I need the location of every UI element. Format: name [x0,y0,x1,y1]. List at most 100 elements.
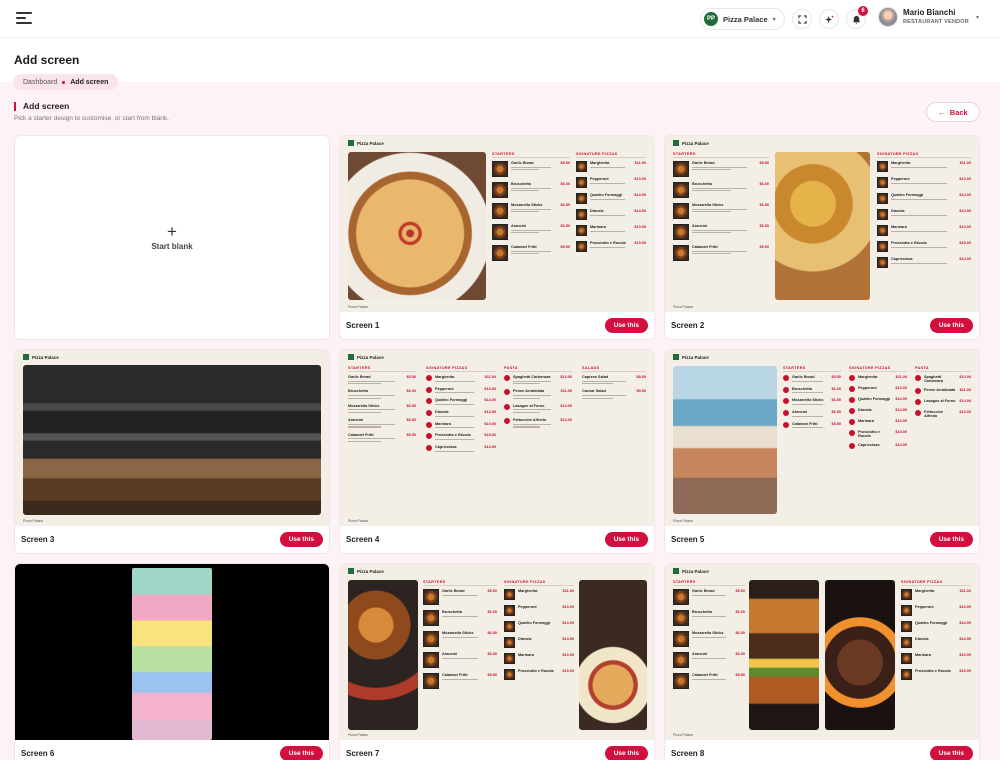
menu-item: Margherita $11.00 [426,375,496,382]
menu-item: Arancini $6.50 [492,224,570,240]
item-name: Calamari Fritti [692,673,718,677]
item-name: Margherita [590,161,610,165]
menu-item: Garlic Bread $5.50 [783,375,841,382]
screen-name: Screen 8 [671,748,705,758]
plus-icon: + [167,221,177,241]
item-price: $14.50 [959,209,971,213]
item-price: $5.50 [831,421,841,426]
breadcrumb-dashboard[interactable]: Dashboard [23,79,57,86]
menu-item: Fettuccine Alfredo $13.00 [915,410,971,418]
preview-footer: Pizza Palace [348,519,369,523]
user-menu[interactable]: Mario Bianchi RESTAURANT VENDOR ▾ [878,7,979,27]
item-price: $14.00 [484,398,496,403]
item-name: Diavola [435,410,449,415]
back-button[interactable]: ← Back [926,102,980,122]
item-price: $11.00 [959,589,971,593]
item-name: Bruschetta [511,182,531,186]
item-price: $14.00 [959,621,971,625]
steak-photo [825,580,895,730]
menu-item: Pepperoni $13.00 [877,177,971,188]
screen-card-8[interactable]: Pizza Palace STARTERS Garlic Bread $5.50 … [665,564,979,760]
screen-preview: Pizza Palace STARTERS Garlic Bread $5.50 … [340,350,654,526]
screen-card-6[interactable]: Screen 6 Use this [15,564,329,760]
menu-item: Calamari Fritti $5.50 [492,245,570,261]
preview-header: Pizza Palace [348,140,384,146]
item-name: Lasagne al Forno [924,399,956,403]
item-name: Diavola [518,637,532,641]
preview-brand: Pizza Palace [682,140,709,146]
item-price: $5.50 [560,161,570,165]
preview-brand: Pizza Palace [357,568,384,574]
brand-logo [673,568,679,574]
item-price: $14.50 [562,637,574,641]
item-name: Pepperoni [915,605,934,609]
menu-item: Prosciutto e Rucola $15.00 [576,241,646,252]
notifications-button[interactable]: 6 [846,6,868,29]
item-name: Arancini [348,418,364,423]
restaurant-selector[interactable]: PP Pizza Palace ▾ [700,8,785,30]
item-price: $15.00 [484,433,496,438]
item-name: Mozzarella Sticks [692,631,724,635]
item-price: $6.00 [759,182,769,186]
item-price: $6.50 [759,224,769,228]
item-price: $14.00 [895,443,907,447]
item-price: $11.00 [560,389,572,394]
use-this-button[interactable]: Use this [604,531,648,547]
item-name: Calamari Fritti [511,245,537,249]
screen-card-3[interactable]: Pizza Palace Pizza Palace Screen 3 Use t… [15,350,329,553]
restaurant-name: Pizza Palace [723,14,768,24]
item-name: Capricciosa [858,443,880,447]
breadcrumb: Dashboard Add screen [13,74,119,90]
item-name: Pepperoni [891,177,910,181]
use-this-button[interactable]: Use this [929,745,973,760]
item-price: $10.00 [959,653,971,657]
screen-card-5[interactable]: Pizza Palace STARTERS Garlic Bread $5.50 … [665,350,979,553]
item-name: Marinara [518,653,534,657]
item-name: Calamari Fritti [692,245,718,249]
menu-item: Arancini $6.50 [348,418,416,428]
item-price: $6.50 [487,631,497,635]
menu-item: Lasagne al Forno $14.00 [915,399,971,405]
item-price: $14.00 [634,193,646,197]
use-this-button[interactable]: Use this [604,745,648,760]
item-price: $6.50 [759,203,769,207]
screen-preview: Pizza Palace STARTERS Garlic Bread $5.50 … [665,564,979,740]
menu-column-starters: STARTERS Garlic Bread $5.50 Bruschetta $6.… [673,580,745,694]
item-price: $5.50 [735,673,745,677]
preview-footer: Pizza Palace [673,519,694,523]
use-this-button[interactable]: Use this [604,317,648,333]
item-price: $11.00 [959,161,971,165]
fullscreen-button[interactable] [792,9,812,29]
use-this-button[interactable]: Use this [279,531,323,547]
item-name: Diavola [590,209,604,213]
menu-column-starters: STARTERS Garlic Bread $5.50 Bruschetta $6.… [492,152,570,266]
item-price: $6.50 [560,203,570,207]
item-name: Fettuccine Alfredo [513,418,547,423]
ai-sparkle-button[interactable] [819,9,839,29]
item-price: $14.50 [634,209,646,213]
preview-brand: Pizza Palace [357,354,384,360]
avatar [878,7,898,27]
screen-card-4[interactable]: Pizza Palace STARTERS Garlic Bread $5.50 … [340,350,654,553]
item-thumbnail [673,224,689,240]
item-name: Garlic Bread [692,161,715,165]
screen-card-7[interactable]: Pizza Palace STARTERS Garlic Bread $5.50 … [340,564,654,760]
screen-card-2[interactable]: Pizza Palace STARTERS Garlic Bread $5.50 … [665,136,979,339]
item-name: Margherita [518,589,538,593]
screen-card-1[interactable]: Pizza Palace STARTERS Garlic Bread $5.50 … [340,136,654,339]
use-this-button[interactable]: Use this [929,531,973,547]
item-price: $6.00 [735,610,745,614]
item-name: Marinara [891,225,907,229]
screen-name: Screen 7 [346,748,380,758]
breadcrumb-current: Add screen [70,78,109,86]
use-this-button[interactable]: Use this [279,745,323,760]
use-this-button[interactable]: Use this [929,317,973,333]
menu-item: Pepperoni $13.00 [426,386,496,394]
start-blank-card[interactable]: + Start blank [15,136,329,339]
menu-icon[interactable] [16,12,32,26]
menu-column-pizzas: SIGNATURE PIZZAS Margherita $11.00 Pepper… [849,366,907,454]
preview-header: Pizza Palace [673,140,709,146]
item-price: $6.00 [487,610,497,614]
item-price: $15.00 [959,669,971,673]
menu-column-pizzas: SIGNATURE PIZZAS Margherita $11.00 Pepper… [504,580,574,685]
